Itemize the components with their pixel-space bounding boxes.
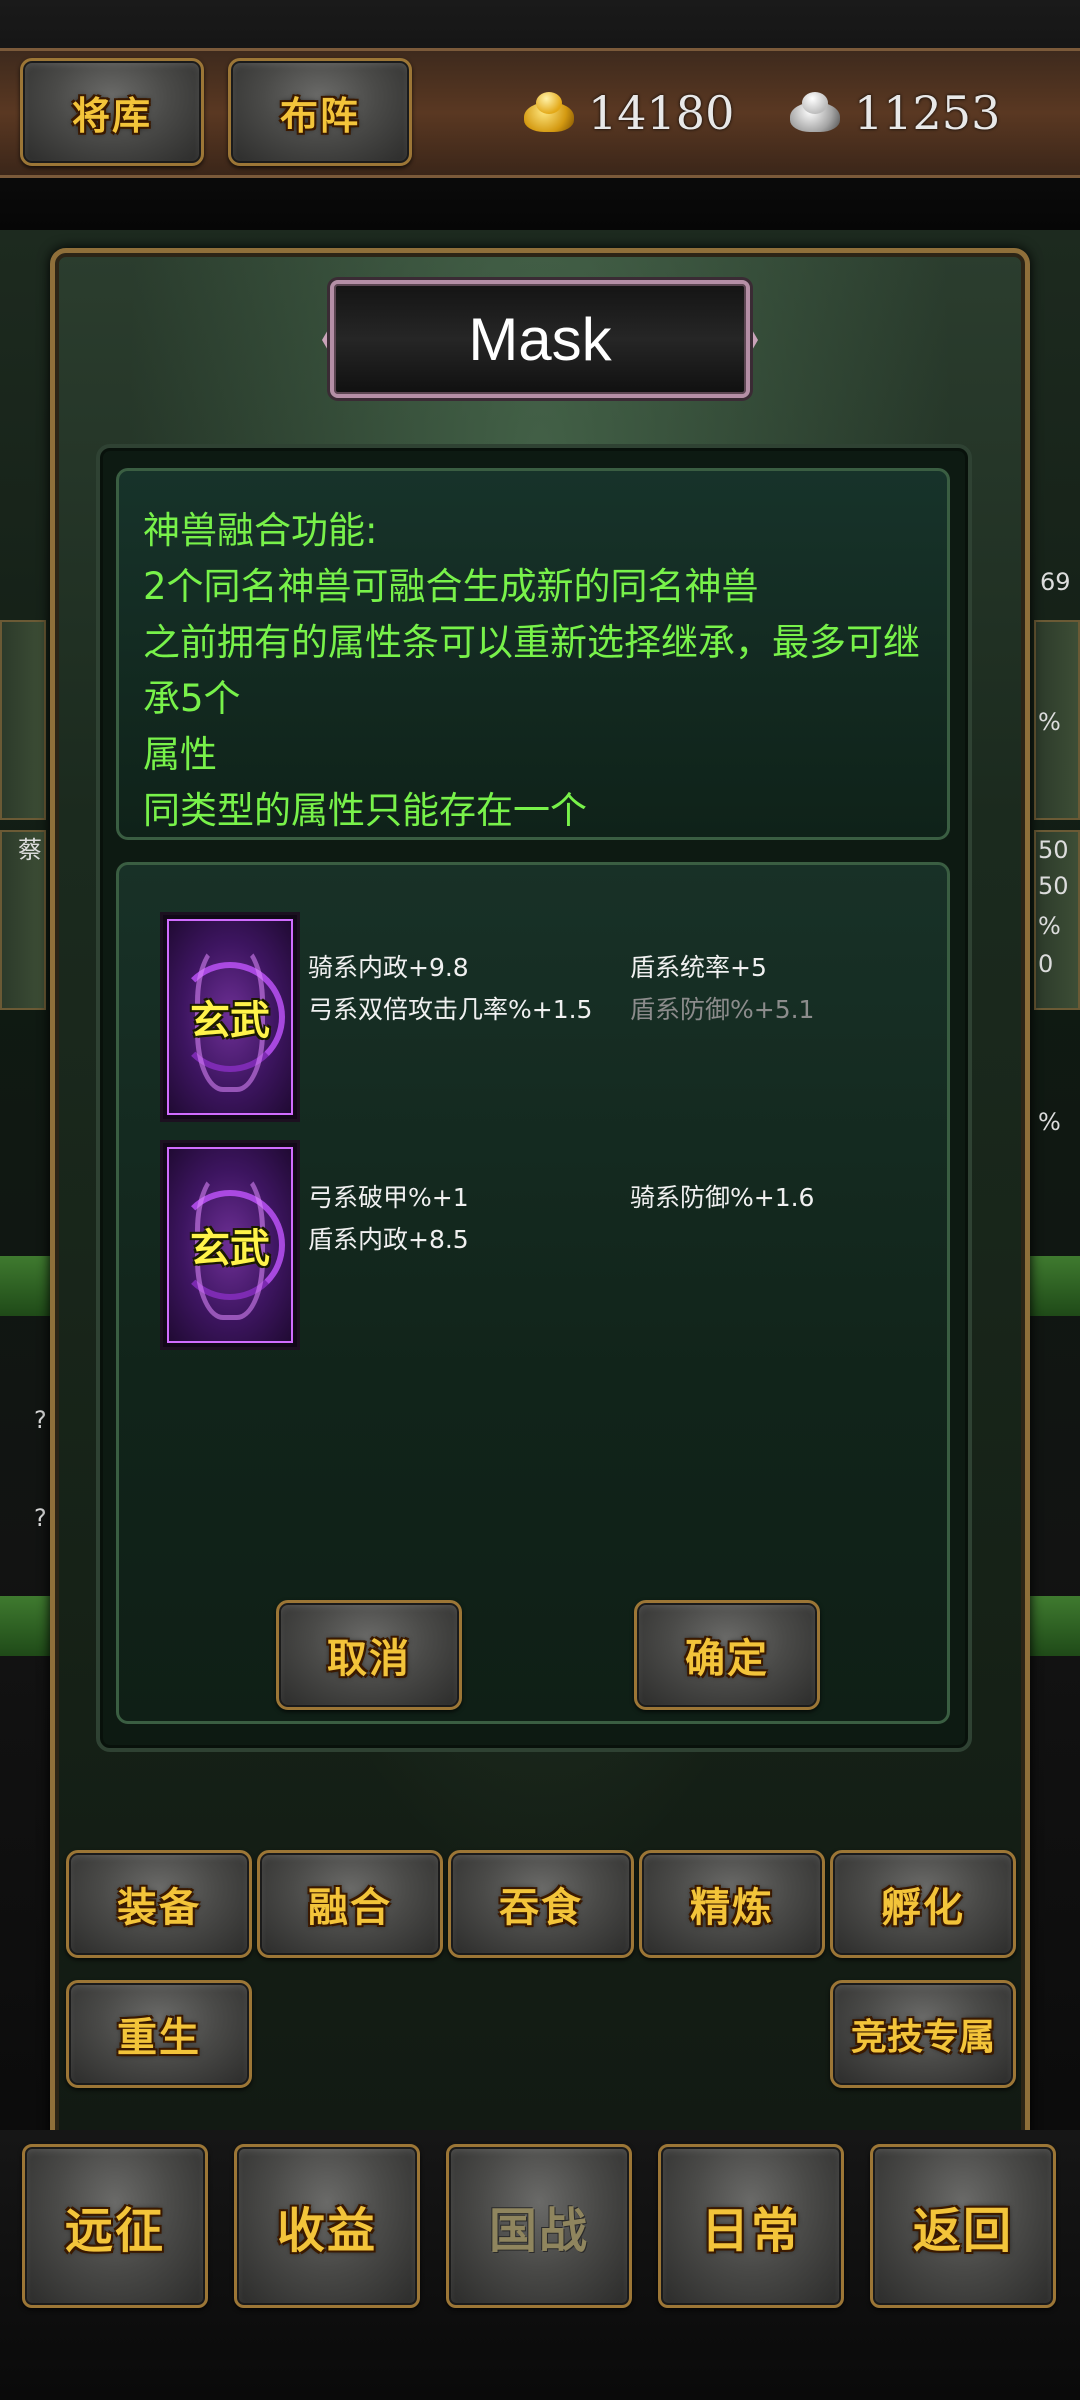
beast-row[interactable]: 玄武 骑系内政+9.8 盾系统率+5 弓系双倍攻击几率%+1.5 盾系防御%+5… — [160, 912, 920, 1122]
gold-ingot-icon — [520, 88, 578, 138]
beast-xuanwu-icon[interactable]: 玄武 — [160, 1140, 300, 1350]
silver-amount: 11253 — [854, 86, 1001, 140]
bg-question-mark: ? — [34, 1504, 47, 1532]
gold-counter: 14180 — [520, 78, 734, 148]
confirm-button[interactable]: 确定 — [634, 1600, 820, 1710]
bg-number-fragment: 69 — [1040, 568, 1071, 596]
description-line: 2个同名神兽可融合生成新的同名神兽 — [143, 565, 759, 608]
rebirth-button[interactable]: 重生 — [66, 1980, 252, 2088]
beast-xuanwu-icon[interactable]: 玄武 — [160, 912, 300, 1122]
bg-number-fragment: 0 — [1038, 950, 1054, 978]
description-line: 同类型的属性只能存在一个 — [143, 789, 587, 832]
arena-exclusive-button[interactable]: 竞技专属 — [830, 1980, 1016, 2088]
tab-generals[interactable]: 将库 — [20, 58, 204, 166]
bg-number-fragment: % — [1038, 1108, 1061, 1136]
description-box: 神兽融合功能: 2个同名神兽可融合生成新的同名神兽 之前拥有的属性条可以重新选择… — [116, 468, 950, 840]
bg-question-mark: ? — [34, 1406, 47, 1434]
beast-name: 玄武 — [190, 1225, 270, 1272]
beast-attribute: 弓系双倍攻击几率%+1.5 — [308, 995, 593, 1024]
dialog-title: Mask — [330, 280, 750, 398]
gold-amount: 14180 — [588, 86, 735, 140]
beast-attribute: 弓系破甲%+1 — [308, 1183, 469, 1212]
beast-name: 玄武 — [190, 997, 270, 1044]
bg-number-fragment: 50 — [1038, 836, 1069, 864]
silver-counter: 11253 — [786, 78, 1000, 148]
beast-attribute: 盾系统率+5 — [630, 953, 767, 982]
fusion-button[interactable]: 融合 — [257, 1850, 443, 1958]
bg-text-fragment: 蔡 — [18, 836, 42, 864]
tab-formation[interactable]: 布阵 — [228, 58, 412, 166]
beast-attribute: 骑系内政+9.8 — [308, 953, 469, 982]
beast-row[interactable]: 玄武 弓系破甲%+1 骑系防御%+1.6 盾系内政+8.5 — [160, 1140, 920, 1350]
nav-back[interactable]: 返回 — [870, 2144, 1056, 2308]
refine-button[interactable]: 精炼 — [639, 1850, 825, 1958]
description-line: 神兽融合功能: — [143, 509, 378, 552]
bg-panel-left-1 — [0, 620, 46, 820]
equip-button[interactable]: 装备 — [66, 1850, 252, 1958]
bg-number-fragment: 50 — [1038, 872, 1069, 900]
description-line: 之前拥有的属性条可以重新选择继承，最多可继承5个 — [143, 621, 920, 720]
description-line: 属性 — [143, 733, 217, 776]
hatch-button[interactable]: 孵化 — [830, 1850, 1016, 1958]
nav-expedition[interactable]: 远征 — [22, 2144, 208, 2308]
silver-ingot-icon — [786, 88, 844, 138]
nav-daily[interactable]: 日常 — [658, 2144, 844, 2308]
devour-button[interactable]: 吞食 — [448, 1850, 634, 1958]
beast-attribute: 盾系内政+8.5 — [308, 1225, 469, 1254]
bg-number-fragment: % — [1038, 708, 1061, 736]
beast-attribute-disabled: 盾系防御%+5.1 — [630, 995, 815, 1024]
bg-number-fragment: % — [1038, 912, 1061, 940]
nav-revenue[interactable]: 收益 — [234, 2144, 420, 2308]
nav-nation-war[interactable]: 国战 — [446, 2144, 632, 2308]
cancel-button[interactable]: 取消 — [276, 1600, 462, 1710]
beast-attribute: 骑系防御%+1.6 — [630, 1183, 815, 1212]
